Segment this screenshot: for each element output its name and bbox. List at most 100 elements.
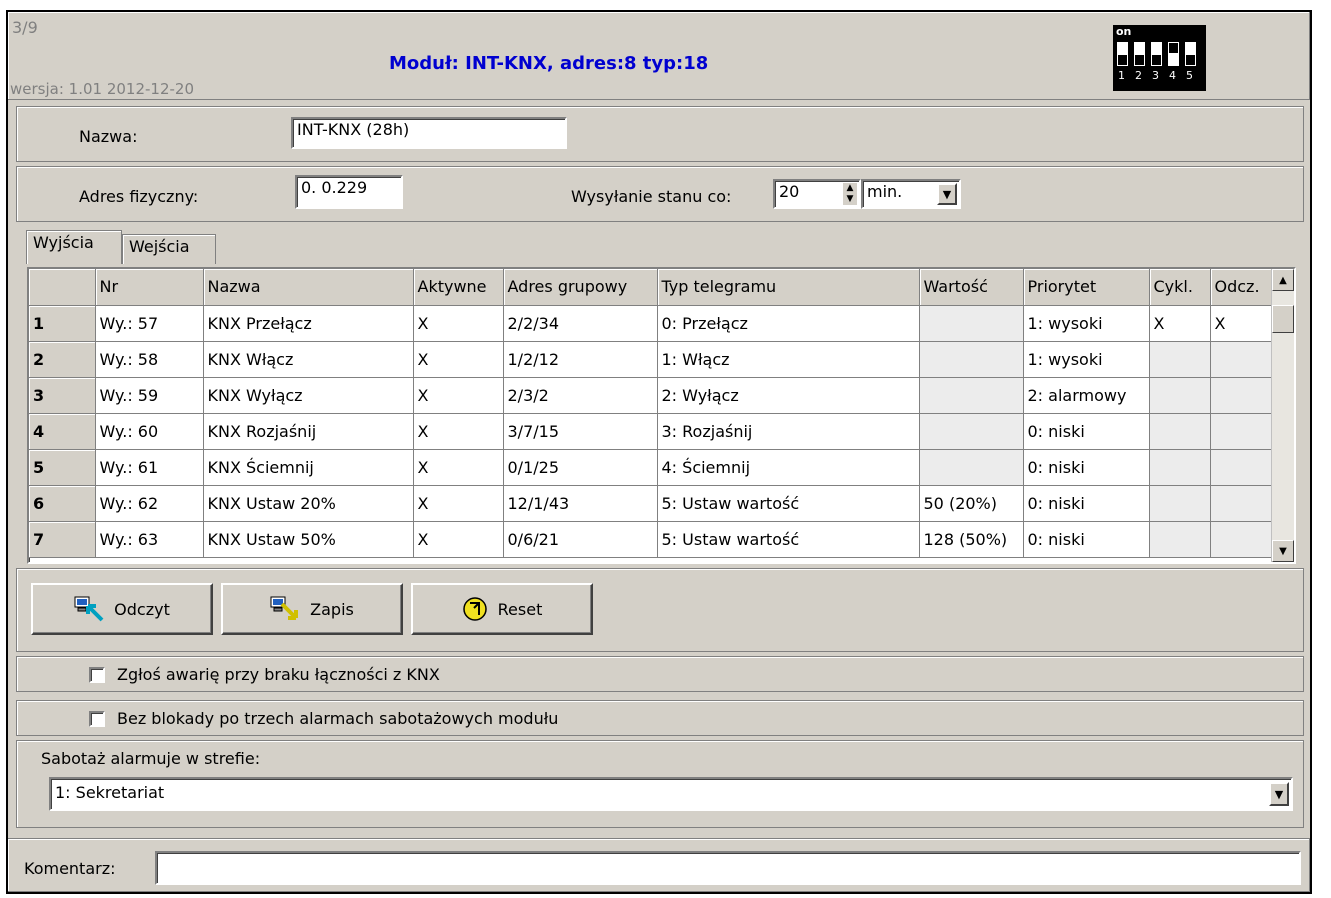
col-header-group-address[interactable]: Adres grupowy (503, 269, 658, 306)
cell-cyclic[interactable]: X (1149, 305, 1211, 342)
cell-telegram-type[interactable]: 2: Wyłącz (657, 377, 920, 414)
cell-group-address[interactable]: 2/3/2 (503, 377, 658, 414)
read-button[interactable]: Odczyt (31, 583, 213, 635)
table-row[interactable]: 7 Wy.: 63 KNX Ustaw 50% X 0/6/21 5: Ustaw war… (29, 521, 1273, 558)
cell-active[interactable]: X (413, 521, 504, 558)
cell-telegram-type[interactable]: 3: Rozjaśnij (657, 413, 920, 450)
cell-name[interactable]: KNX Ściemnij (203, 449, 414, 486)
cell-priority[interactable]: 2: alarmowy (1023, 377, 1150, 414)
cell-nr[interactable]: Wy.: 62 (95, 485, 204, 522)
status-unit-value: min. (867, 182, 903, 201)
cell-read[interactable] (1210, 521, 1273, 558)
cell-active[interactable]: X (413, 341, 504, 378)
table-row[interactable]: 1 Wy.: 57 KNX Przełącz X 2/2/34 0: Przełącz 1:… (29, 305, 1273, 342)
cell-group-address[interactable]: 0/1/25 (503, 449, 658, 486)
report-failure-checkbox[interactable] (89, 667, 105, 683)
grid-vertical-scrollbar[interactable]: ▲ ▼ (1271, 269, 1294, 562)
cell-priority[interactable]: 0: niski (1023, 521, 1150, 558)
cell-active[interactable]: X (413, 485, 504, 522)
spin-updown-icon[interactable]: ▲ ▼ (843, 183, 857, 205)
cell-telegram-type[interactable]: 4: Ściemnij (657, 449, 920, 486)
write-button[interactable]: Zapis (221, 583, 403, 635)
cell-nr[interactable]: Wy.: 58 (95, 341, 204, 378)
cell-cyclic[interactable] (1149, 341, 1211, 378)
cell-nr[interactable]: Wy.: 57 (95, 305, 204, 342)
cell-read[interactable]: X (1210, 305, 1273, 342)
cell-read[interactable] (1210, 413, 1273, 450)
no-tamper-block-checkbox[interactable] (89, 711, 105, 727)
cell-priority[interactable]: 1: wysoki (1023, 305, 1150, 342)
cell-name[interactable]: KNX Wyłącz (203, 377, 414, 414)
table-row[interactable]: 6 Wy.: 62 KNX Ustaw 20% X 12/1/43 5: Ustaw wa… (29, 485, 1273, 522)
cell-active[interactable]: X (413, 305, 504, 342)
cell-value[interactable]: 128 (50%) (919, 521, 1024, 558)
col-header-priority[interactable]: Priorytet (1023, 269, 1150, 306)
cell-cyclic[interactable] (1149, 377, 1211, 414)
tamper-zone-select[interactable]: 1: Sekretariat ▼ (49, 777, 1293, 811)
cell-name[interactable]: KNX Rozjaśnij (203, 413, 414, 450)
dropdown-arrow-icon[interactable]: ▼ (1269, 782, 1289, 806)
cell-read[interactable] (1210, 449, 1273, 486)
cell-value[interactable] (919, 341, 1024, 378)
col-header-telegram-type[interactable]: Typ telegramu (657, 269, 920, 306)
dropdown-arrow-icon[interactable]: ▼ (937, 183, 957, 205)
reset-button[interactable]: Reset (411, 583, 593, 635)
cell-read[interactable] (1210, 341, 1273, 378)
col-header-active[interactable]: Aktywne (413, 269, 504, 306)
cell-group-address[interactable]: 0/6/21 (503, 521, 658, 558)
cell-active[interactable]: X (413, 413, 504, 450)
table-row[interactable]: 3 Wy.: 59 KNX Wyłącz X 2/3/2 2: Wyłącz 2: alar… (29, 377, 1273, 414)
cell-value[interactable] (919, 449, 1024, 486)
scroll-thumb[interactable] (1272, 305, 1294, 333)
table-row[interactable]: 5 Wy.: 61 KNX Ściemnij X 0/1/25 4: Ściemnij 0:… (29, 449, 1273, 486)
col-header-name[interactable]: Nazwa (203, 269, 414, 306)
table-row[interactable]: 2 Wy.: 58 KNX Włącz X 1/2/12 1: Włącz 1: wysok… (29, 341, 1273, 378)
cell-nr[interactable]: Wy.: 61 (95, 449, 204, 486)
cell-priority[interactable]: 1: wysoki (1023, 341, 1150, 378)
col-header-cyclic[interactable]: Cykl. (1149, 269, 1211, 306)
scroll-up-icon[interactable]: ▲ (1272, 269, 1294, 291)
comment-input[interactable] (155, 851, 1301, 885)
cell-cyclic[interactable] (1149, 521, 1211, 558)
col-header-nr[interactable]: Nr (95, 269, 204, 306)
cell-cyclic[interactable] (1149, 449, 1211, 486)
table-row[interactable]: 4 Wy.: 60 KNX Rozjaśnij X 3/7/15 3: Rozjaśnij… (29, 413, 1273, 450)
cell-active[interactable]: X (413, 377, 504, 414)
cell-priority[interactable]: 0: niski (1023, 485, 1150, 522)
cell-active[interactable]: X (413, 449, 504, 486)
cell-telegram-type[interactable]: 5: Ustaw wartość (657, 485, 920, 522)
cell-telegram-type[interactable]: 0: Przełącz (657, 305, 920, 342)
col-header-read[interactable]: Odcz. (1210, 269, 1273, 306)
cell-nr[interactable]: Wy.: 63 (95, 521, 204, 558)
cell-telegram-type[interactable]: 5: Ustaw wartość (657, 521, 920, 558)
cell-name[interactable]: KNX Ustaw 50% (203, 521, 414, 558)
cell-name[interactable]: KNX Przełącz (203, 305, 414, 342)
cell-cyclic[interactable] (1149, 413, 1211, 450)
cell-cyclic[interactable] (1149, 485, 1211, 522)
tab-outputs[interactable]: Wyjścia (26, 230, 122, 264)
cell-priority[interactable]: 0: niski (1023, 413, 1150, 450)
status-unit-select[interactable]: min. ▼ (861, 179, 961, 209)
cell-group-address[interactable]: 1/2/12 (503, 341, 658, 378)
cell-read[interactable] (1210, 377, 1273, 414)
cell-nr[interactable]: Wy.: 60 (95, 413, 204, 450)
cell-group-address[interactable]: 2/2/34 (503, 305, 658, 342)
col-header-value[interactable]: Wartość (919, 269, 1024, 306)
status-interval-spin[interactable]: 20 ▲ ▼ (773, 179, 861, 209)
cell-priority[interactable]: 0: niski (1023, 449, 1150, 486)
cell-nr[interactable]: Wy.: 59 (95, 377, 204, 414)
cell-group-address[interactable]: 3/7/15 (503, 413, 658, 450)
scroll-down-icon[interactable]: ▼ (1272, 540, 1294, 562)
cell-group-address[interactable]: 12/1/43 (503, 485, 658, 522)
tab-inputs[interactable]: Wejścia (122, 234, 216, 264)
name-input[interactable]: INT-KNX (28h) (291, 117, 567, 149)
cell-name[interactable]: KNX Ustaw 20% (203, 485, 414, 522)
cell-value[interactable] (919, 377, 1024, 414)
cell-value[interactable] (919, 413, 1024, 450)
cell-telegram-type[interactable]: 1: Włącz (657, 341, 920, 378)
physical-address-input[interactable]: 0. 0.229 (295, 175, 403, 209)
cell-name[interactable]: KNX Włącz (203, 341, 414, 378)
cell-value[interactable] (919, 305, 1024, 342)
cell-read[interactable] (1210, 485, 1273, 522)
cell-value[interactable]: 50 (20%) (919, 485, 1024, 522)
